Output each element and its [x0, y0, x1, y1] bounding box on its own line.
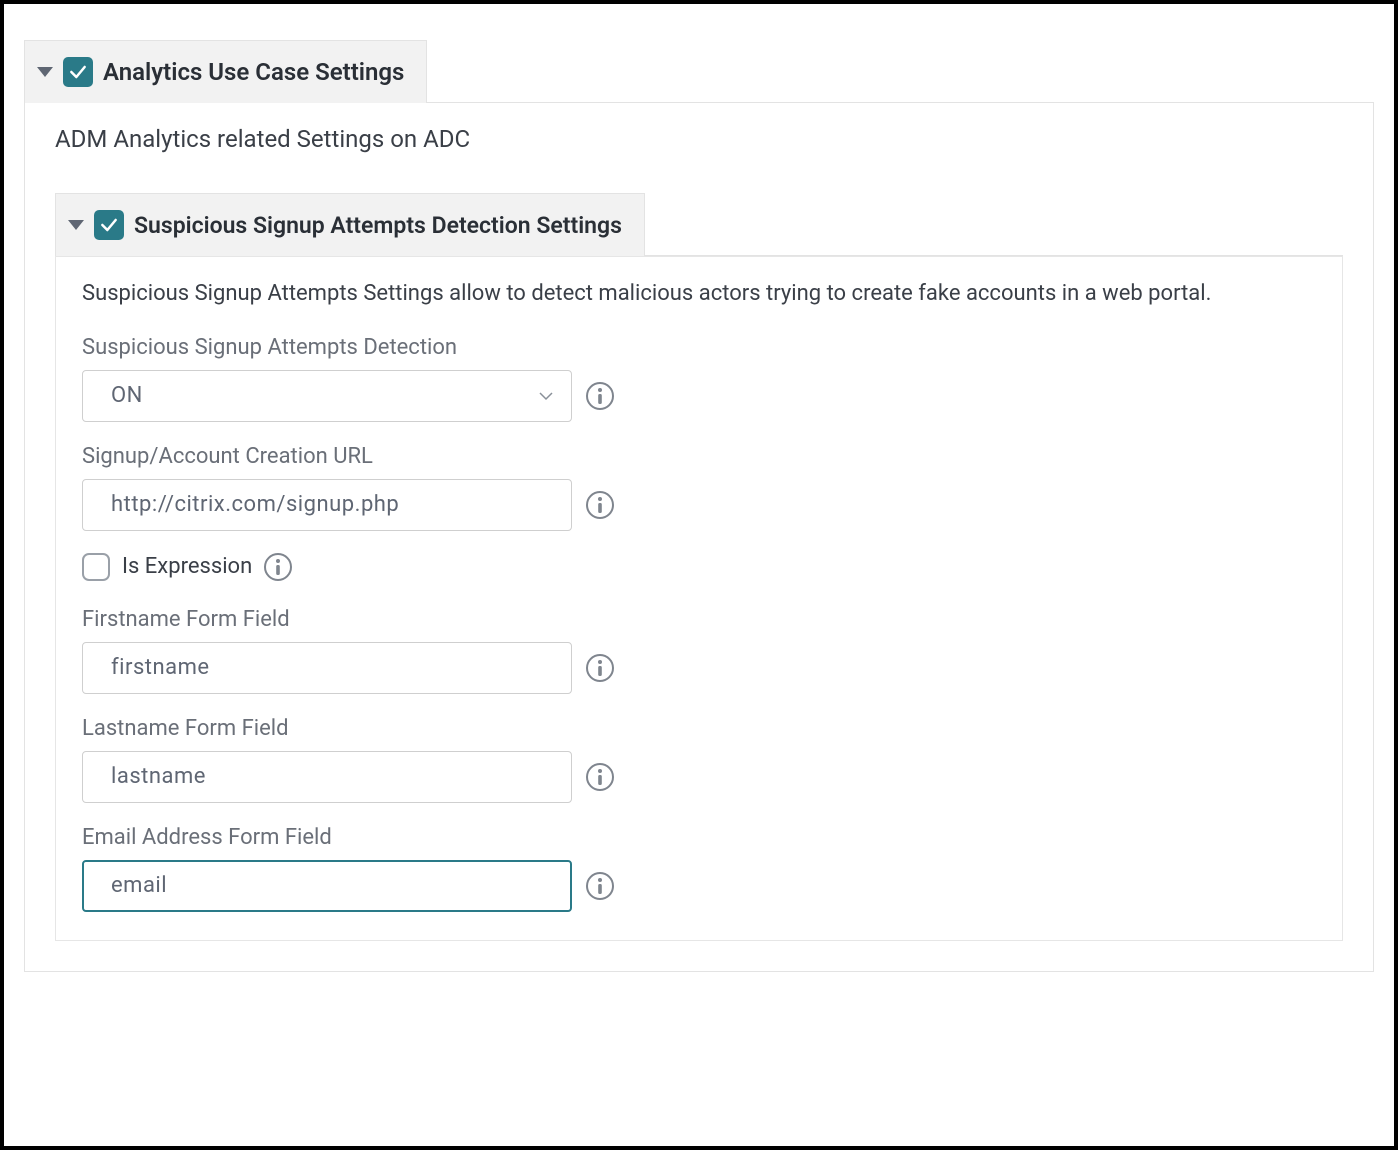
detection-select[interactable]: ON — [82, 370, 572, 422]
caret-down-icon — [68, 220, 84, 230]
info-icon[interactable] — [586, 872, 614, 900]
field-label: Lastname Form Field — [82, 716, 1316, 741]
suspicious-signup-panel: Suspicious Signup Attempts Detection Set… — [55, 193, 1343, 941]
section-title: Analytics Use Case Settings — [103, 58, 404, 86]
field-email: Email Address Form Field — [82, 825, 1316, 912]
field-signup-url: Signup/Account Creation URL — [82, 444, 1316, 531]
is-expression-checkbox[interactable] — [82, 553, 110, 581]
analytics-use-case-section-header[interactable]: Analytics Use Case Settings — [24, 40, 427, 103]
lastname-input[interactable] — [82, 751, 572, 803]
info-icon[interactable] — [264, 553, 292, 581]
email-input[interactable] — [82, 860, 572, 912]
section-subtitle: ADM Analytics related Settings on ADC — [55, 125, 1343, 153]
field-label: Firstname Form Field — [82, 607, 1316, 632]
check-badge-icon — [94, 210, 124, 240]
field-firstname: Firstname Form Field — [82, 607, 1316, 694]
info-icon[interactable] — [586, 654, 614, 682]
field-lastname: Lastname Form Field — [82, 716, 1316, 803]
info-icon[interactable] — [586, 491, 614, 519]
inner-section-title: Suspicious Signup Attempts Detection Set… — [134, 212, 622, 239]
checkbox-label: Is Expression — [122, 554, 252, 579]
check-badge-icon — [63, 57, 93, 87]
field-detection: Suspicious Signup Attempts Detection ON — [82, 335, 1316, 422]
firstname-input[interactable] — [82, 642, 572, 694]
field-is-expression: Is Expression — [82, 553, 1316, 581]
field-label: Signup/Account Creation URL — [82, 444, 1316, 469]
caret-down-icon — [37, 67, 53, 77]
inner-description: Suspicious Signup Attempts Settings allo… — [82, 279, 1316, 309]
suspicious-signup-section-header[interactable]: Suspicious Signup Attempts Detection Set… — [55, 193, 645, 256]
select-value: ON — [111, 383, 143, 408]
field-label: Email Address Form Field — [82, 825, 1316, 850]
info-icon[interactable] — [586, 382, 614, 410]
field-label: Suspicious Signup Attempts Detection — [82, 335, 1316, 360]
signup-url-input[interactable] — [82, 479, 572, 531]
chevron-down-icon — [537, 387, 555, 405]
settings-frame: Analytics Use Case Settings ADM Analytic… — [0, 0, 1398, 1150]
analytics-use-case-section-body: ADM Analytics related Settings on ADC Su… — [24, 103, 1374, 972]
info-icon[interactable] — [586, 763, 614, 791]
